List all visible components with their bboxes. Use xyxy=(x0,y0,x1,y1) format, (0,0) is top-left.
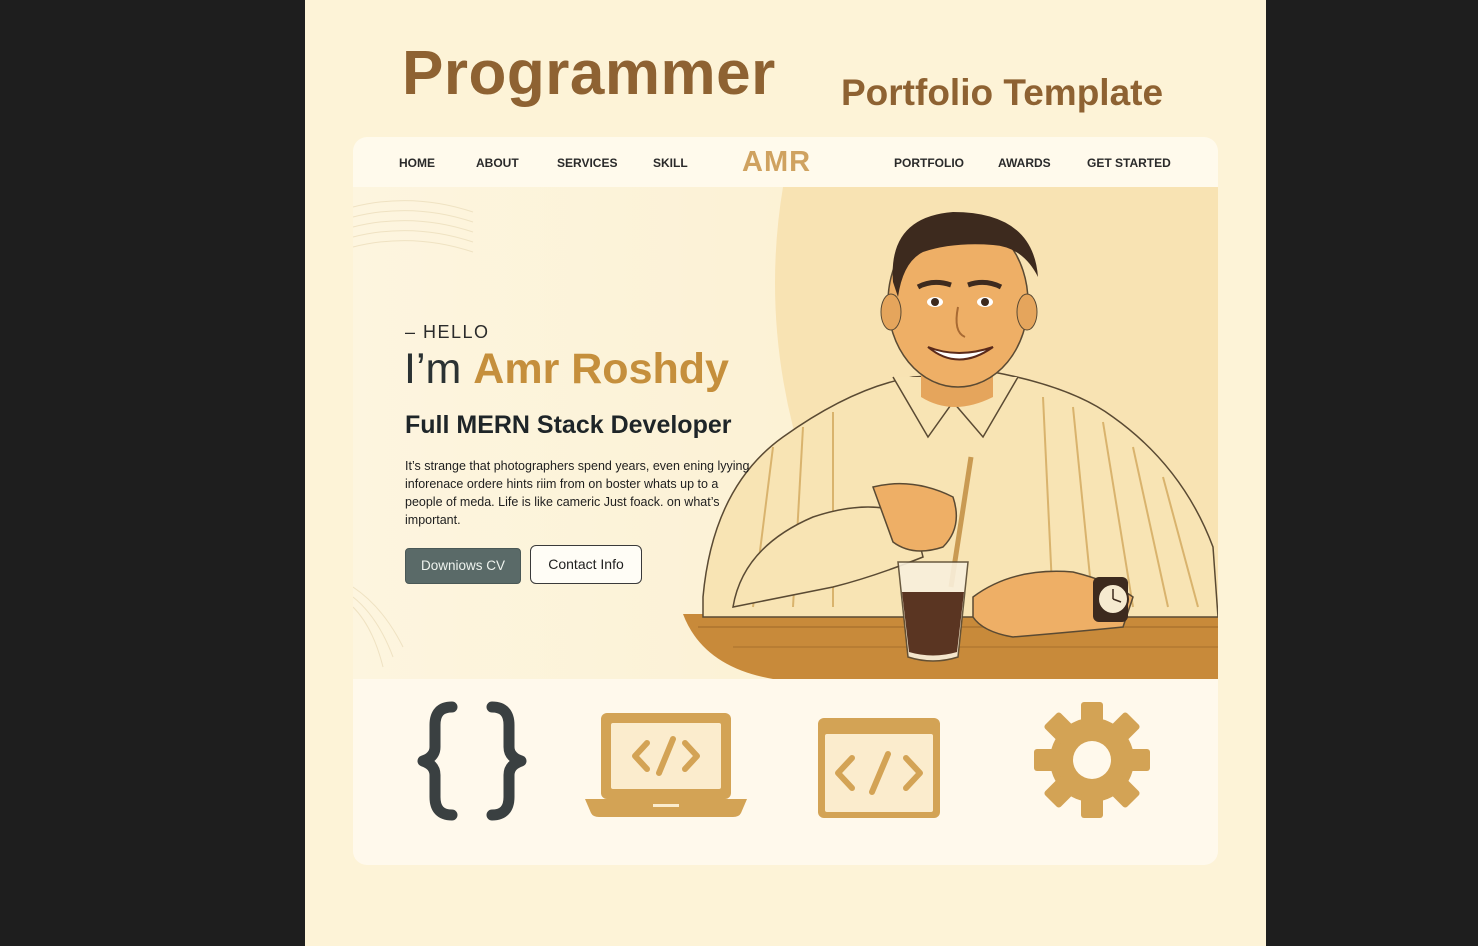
feature-icons-row xyxy=(353,679,1218,865)
brand-logo[interactable]: AMR xyxy=(742,146,811,179)
laptop-code-icon xyxy=(585,713,747,817)
hero-section: – HELLO I’m Amr Roshdy Full MERN Stack D… xyxy=(353,187,1218,679)
download-cv-button[interactable]: Downiows CV xyxy=(405,548,521,584)
nav-about[interactable]: ABOUT xyxy=(476,156,519,170)
browser-code-icon xyxy=(818,718,940,818)
poster-canvas: Programmer Portfolio Template HOME ABOUT… xyxy=(305,0,1266,946)
hero-bio: It’s strange that photographers spend ye… xyxy=(405,459,750,527)
hero-greeting: – HELLO xyxy=(405,322,490,342)
poster-subtitle: Portfolio Template xyxy=(841,72,1164,113)
website-mockup: HOME ABOUT SERVICES SKILL AMR PORTFOLIO … xyxy=(353,137,1218,865)
poster-title: Programmer xyxy=(402,39,776,108)
hero-intro: I’m Amr Roshdy xyxy=(404,345,729,394)
intro-prefix: I’m xyxy=(404,345,474,393)
nav-get-started[interactable]: GET STARTED xyxy=(1087,156,1171,170)
nav-home[interactable]: HOME xyxy=(399,156,435,170)
navbar: HOME ABOUT SERVICES SKILL AMR PORTFOLIO … xyxy=(353,137,1218,187)
curly-braces-icon xyxy=(417,701,527,821)
nav-awards[interactable]: AWARDS xyxy=(998,156,1051,170)
nav-portfolio[interactable]: PORTFOLIO xyxy=(894,156,964,170)
contact-info-button[interactable]: Contact Info xyxy=(530,545,642,584)
hero-name: Amr Roshdy xyxy=(473,345,729,393)
nav-services[interactable]: SERVICES xyxy=(557,156,617,170)
gear-icon xyxy=(1034,702,1150,818)
nav-skill[interactable]: SKILL xyxy=(653,156,688,170)
hero-role: Full MERN Stack Developer xyxy=(405,411,732,439)
